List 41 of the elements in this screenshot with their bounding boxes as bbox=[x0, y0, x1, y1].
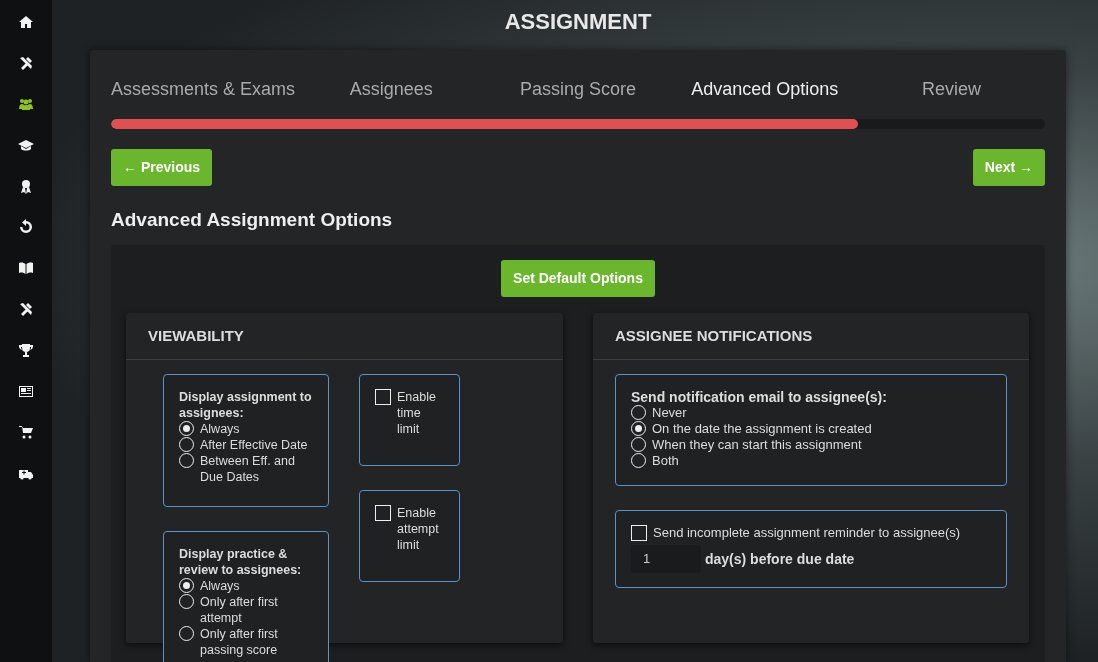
days-label: day(s) before due date bbox=[705, 551, 855, 567]
trophy-icon[interactable] bbox=[18, 342, 34, 358]
history-icon[interactable] bbox=[18, 219, 34, 235]
award-icon[interactable] bbox=[18, 178, 34, 194]
tools-icon[interactable] bbox=[18, 55, 34, 71]
group-label: Display practice & review to assignees: bbox=[179, 546, 303, 578]
wizard-tab[interactable]: Assessments & Exams bbox=[111, 68, 298, 111]
wizard-tab[interactable]: Passing Score bbox=[484, 68, 672, 111]
wizard-tab[interactable]: Assignees bbox=[297, 68, 485, 111]
cart-icon[interactable] bbox=[18, 424, 34, 440]
checkbox-label: Enable attempt limit bbox=[397, 505, 440, 553]
checkbox[interactable] bbox=[375, 505, 391, 521]
checkbox[interactable] bbox=[375, 389, 391, 405]
graduation-cap-icon[interactable] bbox=[18, 137, 34, 153]
option-label: Both bbox=[652, 453, 679, 469]
wizard-tab[interactable]: Review bbox=[858, 68, 1045, 111]
option-label: Between Eff. and Due Dates bbox=[200, 453, 296, 485]
option-label: Never bbox=[652, 405, 687, 421]
option-label: Always bbox=[200, 421, 240, 437]
users-icon[interactable] bbox=[18, 96, 34, 112]
checkbox-label: Enable time limit bbox=[397, 389, 437, 437]
group-label: Send notification email to assignee(s): bbox=[631, 389, 888, 405]
wizard-tab[interactable]: Advanced Options bbox=[671, 68, 859, 111]
panel-heading: VIEWABILITY bbox=[126, 312, 563, 360]
days-field[interactable]: 1 bbox=[631, 545, 701, 573]
option-label: Only after first attempt bbox=[200, 594, 279, 626]
page-title: ASSIGNMENT bbox=[504, 8, 652, 36]
option-label: Only after first passing score bbox=[200, 626, 279, 658]
option-label: Always bbox=[200, 578, 240, 594]
option-label: On the date the assignment is created bbox=[652, 421, 872, 437]
tools-icon[interactable] bbox=[18, 301, 34, 317]
book-icon[interactable] bbox=[18, 260, 34, 276]
panel-heading: ASSIGNEE NOTIFICATIONS bbox=[593, 312, 1029, 360]
home-icon[interactable] bbox=[18, 14, 34, 30]
option-label: After Effective Date bbox=[200, 437, 308, 453]
checkbox-label: Send incomplete assignment reminder to assignee(s) bbox=[653, 525, 961, 541]
newspaper-icon[interactable] bbox=[18, 383, 34, 399]
section-title: Advanced Assignment Options bbox=[111, 208, 394, 232]
group-label: Display assignment to assignees: bbox=[179, 389, 313, 421]
option-label: When they can start this assignment bbox=[652, 437, 862, 453]
checkbox[interactable] bbox=[631, 525, 647, 541]
